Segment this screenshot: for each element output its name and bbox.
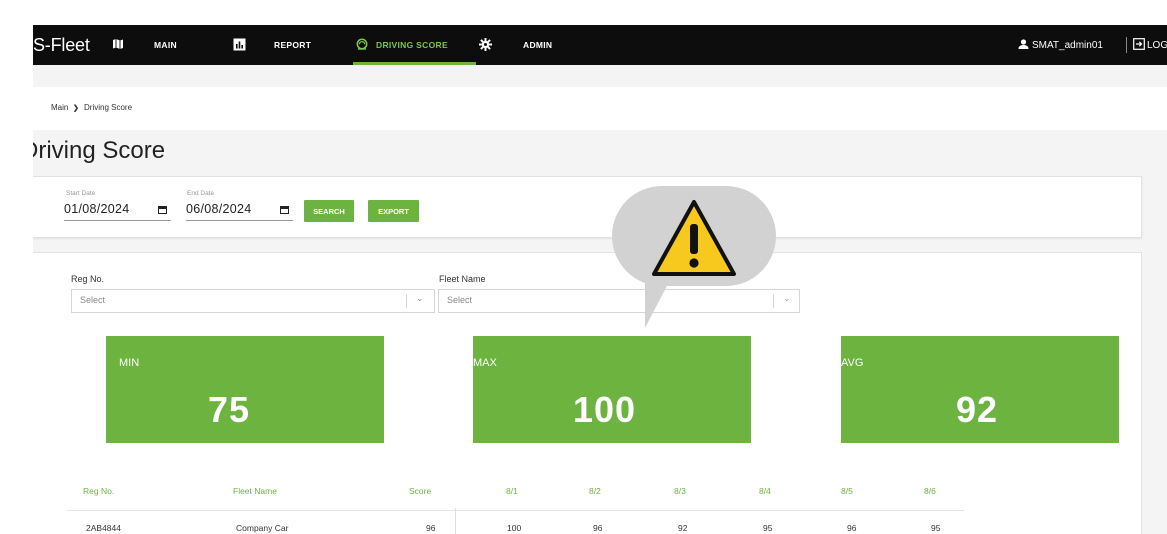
breadcrumb-main[interactable]: Main xyxy=(51,103,68,112)
logout-button[interactable]: LOG xyxy=(1133,25,1167,65)
fleet-name-select[interactable]: Select ⌄ xyxy=(438,289,800,313)
logout-label: LOG xyxy=(1147,39,1167,51)
driving-score-icon xyxy=(356,38,368,52)
calendar-icon[interactable] xyxy=(158,206,167,214)
avg-value: 92 xyxy=(956,389,999,430)
fleet-name-label: Fleet Name xyxy=(439,274,486,284)
logout-icon xyxy=(1133,37,1145,53)
column-header: 8/3 xyxy=(674,486,686,496)
export-button[interactable]: EXPORT xyxy=(368,200,419,222)
reg-no-label: Reg No. xyxy=(71,274,105,284)
left-margin xyxy=(0,25,33,534)
table-cell: 100 xyxy=(507,523,522,533)
start-date-underline xyxy=(64,220,171,221)
table-cell: 95 xyxy=(763,523,773,533)
search-button[interactable]: SEARCH xyxy=(304,200,354,222)
column-header: Fleet Name xyxy=(233,486,277,496)
min-score-card: MIN 75 xyxy=(106,336,384,443)
report-icon xyxy=(233,38,246,53)
table-cell: 95 xyxy=(931,523,941,533)
row-divider xyxy=(66,510,964,511)
column-header: Score xyxy=(409,486,432,496)
user-menu[interactable]: SMAT_admin01 xyxy=(1018,25,1103,65)
app-window: S-Fleet MAIN REPORT DRIVING SCORE ADMIN xyxy=(33,25,1167,534)
table-cell: 2AB4844 xyxy=(86,523,121,533)
column-header: 8/5 xyxy=(841,486,853,496)
column-header: 8/1 xyxy=(506,486,518,496)
breadcrumb-current: Driving Score xyxy=(84,103,133,112)
nav-separator xyxy=(1126,37,1127,53)
top-margin xyxy=(0,0,1167,25)
min-label: MIN xyxy=(119,357,140,369)
end-date-underline xyxy=(186,220,293,221)
breadcrumb: Main ❯ Driving Score xyxy=(33,87,1167,130)
user-icon xyxy=(1018,38,1029,52)
select-divider xyxy=(406,294,407,308)
column-header: 8/6 xyxy=(924,486,936,496)
table-cell: 92 xyxy=(678,523,688,533)
chevron-down-icon: ⌄ xyxy=(416,293,424,303)
nav-item-admin[interactable]: ADMIN xyxy=(479,25,552,65)
bubble-tail xyxy=(645,282,669,328)
table-cell: Company Car xyxy=(236,523,289,533)
reg-no-select[interactable]: Select ⌄ xyxy=(71,289,435,313)
avg-score-card: AVG 92 xyxy=(841,336,1119,443)
nav-item-driving-score[interactable]: DRIVING SCORE xyxy=(356,25,448,65)
max-value: 100 xyxy=(573,389,637,430)
chevron-down-icon: ⌄ xyxy=(783,293,791,303)
nav-item-label: MAIN xyxy=(154,40,177,50)
max-score-card: MAX 100 xyxy=(473,336,751,443)
end-date-input[interactable]: 06/08/2024 xyxy=(186,202,252,216)
nav-item-label: DRIVING SCORE xyxy=(376,40,448,50)
nav-item-main[interactable]: MAIN xyxy=(112,25,177,65)
page-title: Driving Score xyxy=(33,137,166,164)
select-divider xyxy=(773,294,774,308)
date-filter-card: Start Date 01/08/2024 End Date 06/08/202… xyxy=(33,176,1142,238)
fleet-name-placeholder: Select xyxy=(447,295,473,305)
table-cell: 96 xyxy=(593,523,603,533)
top-nav: S-Fleet MAIN REPORT DRIVING SCORE ADMIN xyxy=(33,25,1167,65)
end-date-label: End Date xyxy=(187,190,215,197)
column-header: Reg No. xyxy=(83,486,115,496)
reg-no-placeholder: Select xyxy=(80,295,106,305)
start-date-label: Start Date xyxy=(66,190,96,197)
username: SMAT_admin01 xyxy=(1032,39,1103,51)
nav-item-label: REPORT xyxy=(274,40,312,50)
active-tab-indicator xyxy=(353,62,476,65)
table-cell: 96 xyxy=(847,523,857,533)
start-date-input[interactable]: 01/08/2024 xyxy=(64,202,130,216)
min-value: 75 xyxy=(208,389,251,430)
table-cell: 96 xyxy=(426,523,436,533)
column-header: 8/2 xyxy=(589,486,601,496)
nav-item-label: ADMIN xyxy=(523,40,553,50)
column-divider xyxy=(455,508,456,534)
calendar-icon[interactable] xyxy=(280,206,289,214)
nav-item-report[interactable]: REPORT xyxy=(233,25,311,65)
avg-label: AVG xyxy=(841,357,864,369)
max-label: MAX xyxy=(473,357,497,369)
brand-logo[interactable]: S-Fleet xyxy=(33,35,90,56)
gear-icon xyxy=(479,37,492,53)
chevron-right-icon: ❯ xyxy=(73,105,79,112)
warning-icon xyxy=(652,200,736,276)
column-header: 8/4 xyxy=(759,486,771,496)
map-icon xyxy=(112,38,124,52)
